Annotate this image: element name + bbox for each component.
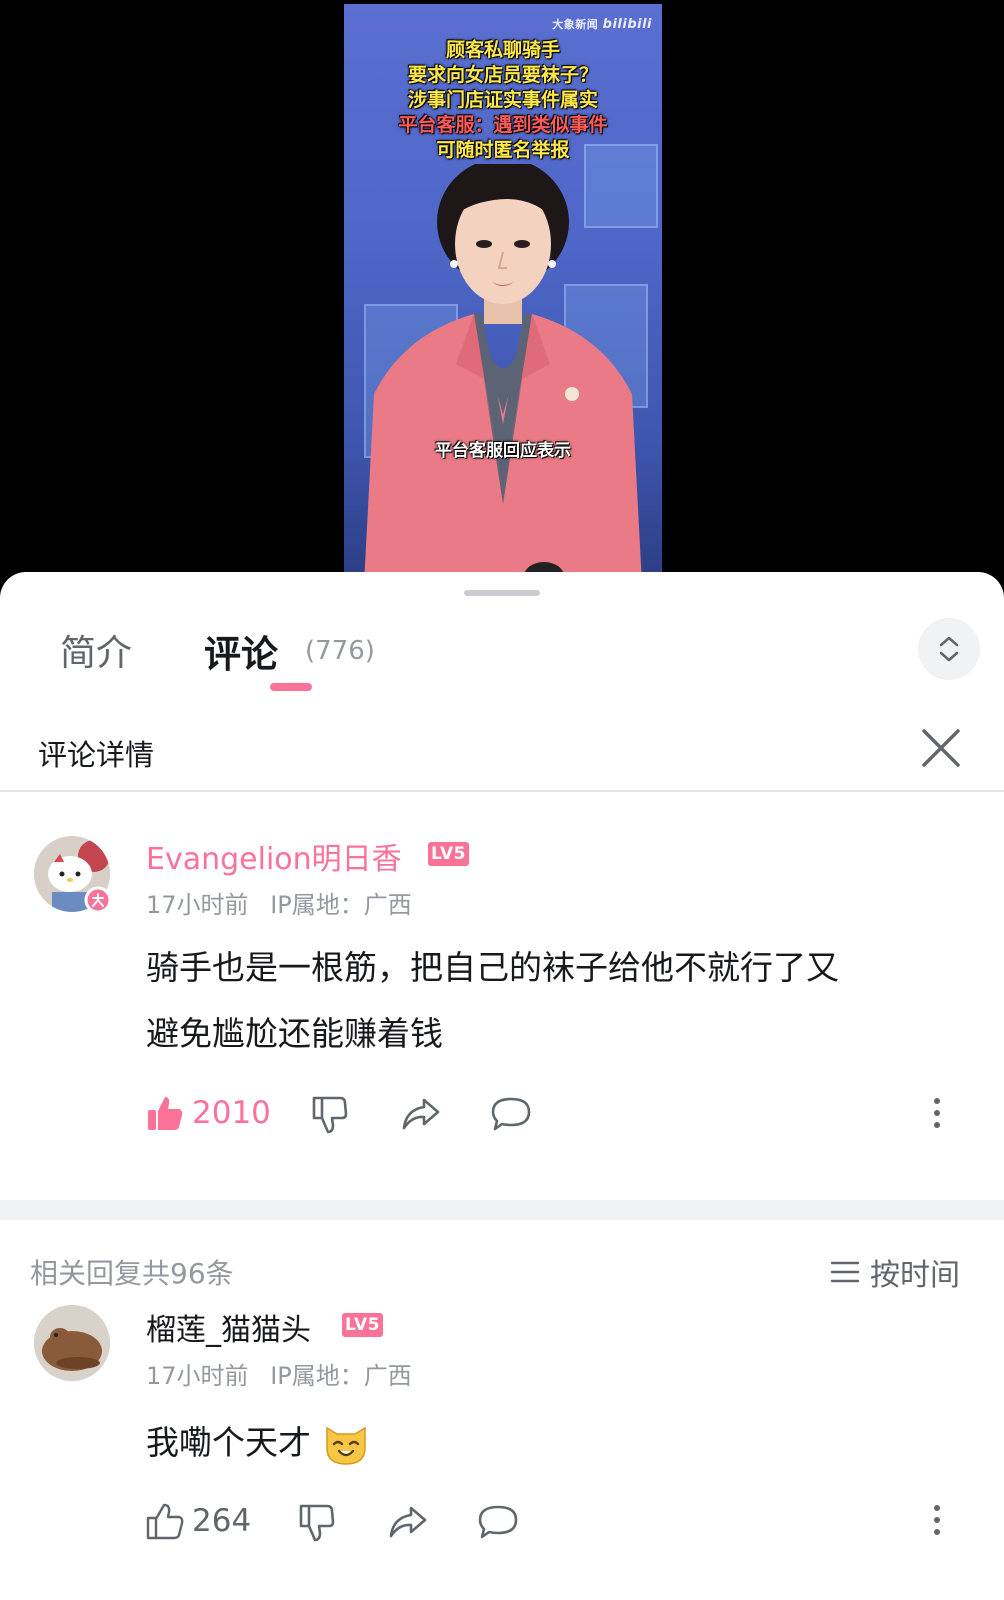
headline-line: 可随时匿名举报	[436, 139, 570, 161]
thumbs-up-icon	[146, 1503, 184, 1540]
sort-button[interactable]: 按时间	[830, 1250, 960, 1294]
tab-comments[interactable]: 评论	[204, 624, 278, 678]
comment-time: 17小时前	[146, 1362, 249, 1390]
like-count: 264	[192, 1503, 252, 1539]
comment-sheet: 简介 评论 (776) 评论详情 Evangelion明日香 LV5 17小时前	[0, 572, 1004, 1600]
level-badge: LV5	[428, 842, 469, 866]
news-anchor-image	[364, 164, 642, 575]
expand-toggle-button[interactable]	[918, 618, 980, 680]
comments-count: (776)	[305, 636, 375, 666]
video-headline: 顾客私聊骑手 要求向女店员要袜子？ 涉事门店证实事件属实 平台客服：遇到类似事件…	[344, 38, 662, 163]
avatar[interactable]	[34, 1305, 110, 1381]
avatar-image	[34, 1305, 110, 1381]
comment-meta: 17小时前 IP属地：广西	[146, 1356, 412, 1391]
comment-detail-title: 评论详情	[38, 738, 155, 772]
comment-username[interactable]: 榴莲_猫猫头	[146, 1305, 311, 1349]
more-icon[interactable]	[932, 1098, 942, 1134]
level-badge: LV5	[342, 1313, 383, 1337]
like-button[interactable]: 2010	[146, 1094, 271, 1132]
active-tab-indicator	[270, 683, 312, 691]
like-count: 2010	[192, 1095, 271, 1131]
headline-line: 平台客服：遇到类似事件	[398, 114, 608, 136]
reply-icon[interactable]	[490, 1094, 532, 1134]
comment-text: 我嘞个天才	[146, 1410, 371, 1476]
comment-text: 骑手也是一根筋，把自己的袜子给他不就行了又 避免尴尬还能赚着钱	[146, 948, 839, 1053]
more-icon[interactable]	[932, 1505, 942, 1541]
comment-meta: 17小时前 IP属地：广西	[146, 885, 412, 920]
share-icon[interactable]	[387, 1502, 429, 1542]
comment-ip: IP属地：广西	[270, 891, 412, 919]
official-badge-icon	[84, 886, 112, 914]
sheet-drag-handle[interactable]	[464, 590, 540, 596]
reply-icon[interactable]	[477, 1502, 519, 1542]
thumbs-down-icon[interactable]	[297, 1502, 337, 1542]
video-watermark: 大象新闻 bilibili	[552, 17, 652, 32]
section-divider	[0, 1200, 1004, 1220]
video-frame[interactable]: 大象新闻 bilibili 顾客私聊骑手 要求向女店员要袜子？ 涉事门店证实事件…	[344, 4, 662, 575]
headline-line: 涉事门店证实事件属实	[407, 89, 598, 111]
sort-label: 按时间	[870, 1258, 960, 1293]
share-icon[interactable]	[400, 1094, 442, 1134]
comment-ip: IP属地：广西	[270, 1362, 412, 1390]
headline-line: 顾客私聊骑手	[445, 39, 560, 61]
thumbs-up-icon	[148, 1097, 183, 1130]
tab-intro[interactable]: 简介	[60, 624, 132, 676]
video-player[interactable]: 大象新闻 bilibili 顾客私聊骑手 要求向女店员要袜子？ 涉事门店证实事件…	[0, 0, 1004, 575]
chevron-updown-icon	[939, 636, 959, 662]
like-button[interactable]: 264	[146, 1502, 251, 1540]
headline-line: 要求向女店员要袜子？	[407, 64, 598, 86]
video-subtitle: 平台客服回应表示	[435, 441, 571, 461]
sort-icon	[830, 1261, 860, 1283]
comment-username[interactable]: Evangelion明日香	[146, 834, 402, 878]
close-icon[interactable]	[918, 725, 964, 771]
replies-count-label: 相关回复共96条	[30, 1257, 234, 1290]
emoji-cat-icon	[326, 1426, 366, 1465]
comment-time: 17小时前	[146, 891, 249, 919]
divider	[0, 790, 1004, 792]
thumbs-down-icon[interactable]	[310, 1094, 350, 1134]
